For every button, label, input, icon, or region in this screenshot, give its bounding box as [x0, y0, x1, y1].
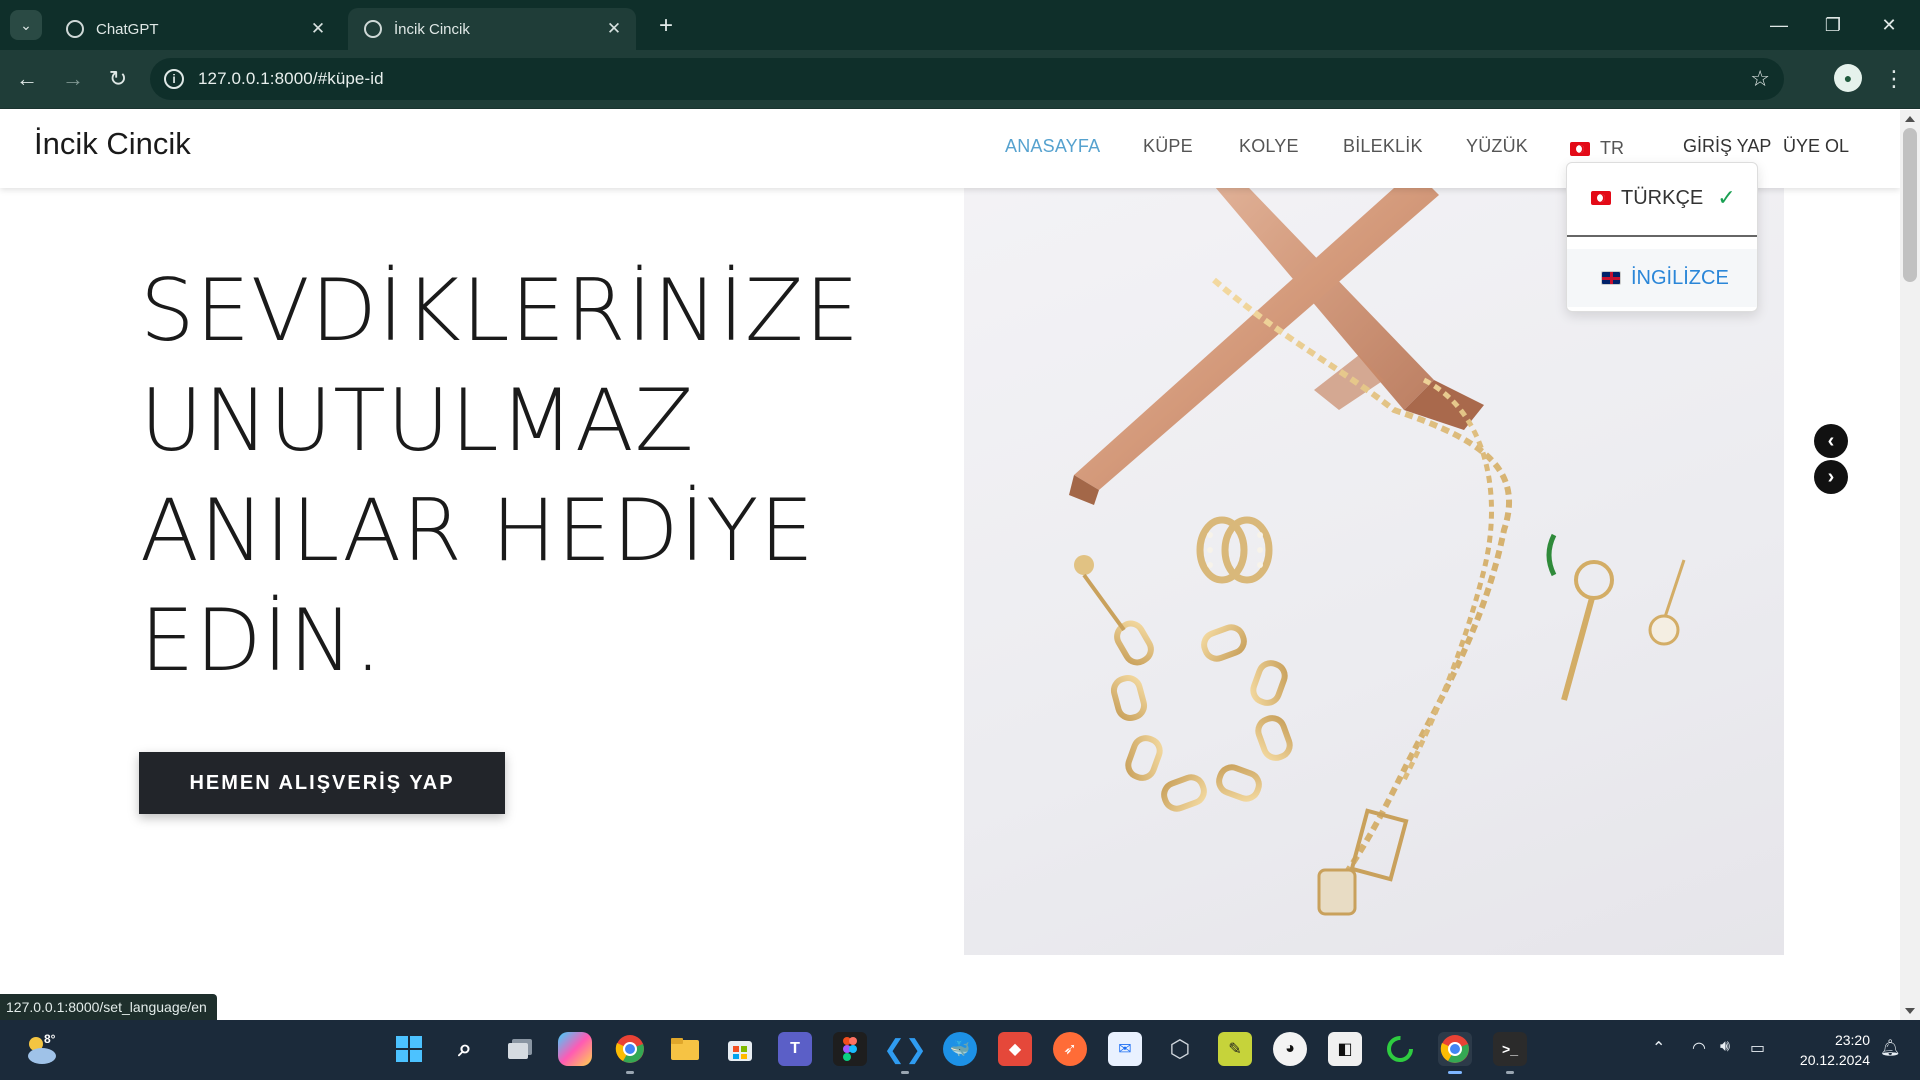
git-client-icon[interactable]: ◆	[998, 1032, 1032, 1066]
language-option-label: İNGİLİZCE	[1631, 266, 1729, 289]
tab-title: İncik Cincik	[394, 20, 470, 38]
mail-app-icon[interactable]: ✉	[1108, 1032, 1142, 1066]
language-toggle[interactable]: TR	[1570, 138, 1624, 159]
chevron-down-icon: ⌄	[20, 16, 32, 33]
dropdown-divider	[1567, 235, 1757, 237]
start-button-windows-icon[interactable]	[392, 1032, 426, 1066]
cursor-ide-icon[interactable]: ◧	[1328, 1032, 1362, 1066]
hero-line: EDİN.	[140, 591, 383, 691]
browser-tab-incik-cincik[interactable]: İncik Cincik ✕	[348, 8, 636, 50]
register-link[interactable]: ÜYE OL	[1783, 136, 1849, 157]
chrome-icon[interactable]	[613, 1032, 647, 1074]
hero-line: UNUTULMAZ	[140, 371, 695, 471]
docker-icon[interactable]: 🐳	[943, 1032, 977, 1066]
notification-bell-icon[interactable]: 🔔︎	[1880, 1038, 1900, 1058]
back-button[interactable]: ←	[12, 64, 42, 94]
chatgpt-favicon-icon	[66, 20, 84, 38]
browser-tab-chatgpt[interactable]: ChatGPT ✕	[50, 8, 340, 50]
chrome-profile-icon[interactable]	[1438, 1032, 1472, 1074]
cloud-moon-icon	[28, 1037, 56, 1064]
minimize-window-button[interactable]: —	[1752, 8, 1806, 42]
language-option-english[interactable]: İNGİLİZCE	[1567, 249, 1757, 307]
github-desktop-icon[interactable]: ◕	[1273, 1032, 1307, 1066]
hero-line: SEVDİKLERİNİZE	[140, 261, 861, 361]
site-info-icon[interactable]: i	[164, 69, 184, 89]
language-option-label: TÜRKÇE	[1621, 186, 1704, 209]
login-link[interactable]: GİRİŞ YAP	[1683, 136, 1771, 157]
page-viewport: İncik Cincik ANASAYFA KÜPE KOLYE BİLEKLİ…	[0, 110, 1900, 1020]
hero-heading: SEVDİKLERİNİZE UNUTULMAZ ANILAR HEDİYE E…	[140, 256, 900, 696]
uk-flag-icon	[1601, 271, 1621, 285]
language-option-turkish[interactable]: TÜRKÇE ✓	[1567, 169, 1757, 227]
profile-avatar[interactable]: ●	[1834, 64, 1862, 92]
language-dropdown: TÜRKÇE ✓ İNGİLİZCE	[1566, 162, 1758, 312]
vscode-icon[interactable]: ❮❯	[883, 1032, 927, 1074]
nav-link-anasayfa[interactable]: ANASAYFA	[1005, 136, 1100, 157]
system-clock[interactable]: 23:20 20.12.2024	[1790, 1030, 1870, 1070]
nav-link-bileklik[interactable]: BİLEKLİK	[1343, 136, 1423, 157]
clock-date: 20.12.2024	[1799, 1052, 1870, 1068]
close-window-button[interactable]: ✕	[1862, 8, 1916, 42]
checkmark-icon: ✓	[1717, 185, 1736, 210]
search-icon[interactable]: ⌕	[448, 1032, 482, 1066]
weather-widget[interactable]: 8°	[22, 1030, 62, 1070]
nav-link-kupe[interactable]: KÜPE	[1143, 136, 1193, 157]
close-icon[interactable]: ✕	[604, 19, 624, 39]
task-view-icon[interactable]	[503, 1032, 537, 1066]
tab-search-button[interactable]: ⌄	[10, 10, 42, 40]
link-status-bubble: 127.0.0.1:8000/set_language/en	[0, 994, 217, 1020]
browser-toolbar: ← → ↻ i 127.0.0.1:8000/#küpe-id ☆ ● ⋮	[0, 50, 1920, 109]
restore-window-button[interactable]: ❐	[1806, 8, 1860, 42]
close-icon[interactable]: ✕	[308, 19, 328, 39]
browser-tab-strip: ⌄ ChatGPT ✕ İncik Cincik ✕ + — ❐ ✕	[0, 0, 1920, 50]
forward-button[interactable]: →	[58, 64, 88, 94]
terminal-icon[interactable]: >_	[1493, 1032, 1527, 1074]
battery-icon[interactable]: ▭	[1750, 1038, 1765, 1058]
volume-icon[interactable]: 🔊︎	[1720, 1038, 1730, 1056]
shop-now-button[interactable]: HEMEN ALIŞVERİŞ YAP	[139, 752, 505, 814]
slider-prev-button[interactable]: ‹	[1814, 424, 1848, 458]
page-scrollbar[interactable]	[1900, 110, 1920, 1020]
nav-link-kolye[interactable]: KOLYE	[1239, 136, 1299, 157]
file-explorer-icon[interactable]	[668, 1032, 702, 1066]
scroll-down-arrow-icon[interactable]	[1905, 1008, 1915, 1014]
scroll-up-arrow-icon[interactable]	[1905, 116, 1915, 122]
new-tab-button[interactable]: +	[652, 12, 680, 40]
turkey-flag-icon	[1591, 191, 1611, 205]
scrollbar-thumb[interactable]	[1903, 128, 1917, 282]
nav-link-yuzuk[interactable]: YÜZÜK	[1466, 136, 1528, 157]
wifi-icon[interactable]: ◠	[1692, 1038, 1706, 1058]
tray-overflow-chevron-icon[interactable]: ⌃	[1652, 1038, 1665, 1058]
address-url[interactable]: 127.0.0.1:8000/#küpe-id	[198, 69, 384, 89]
language-toggle-label: TR	[1600, 138, 1624, 158]
address-bar[interactable]: i 127.0.0.1:8000/#küpe-id ☆	[150, 58, 1784, 100]
postman-icon[interactable]: ➶	[1053, 1032, 1087, 1066]
browser-menu-icon[interactable]: ⋮	[1880, 64, 1908, 94]
windows-taskbar: 8° ⌕ T ❮❯ 🐳 ◆ ➶ ✉ ⬡ ✎ ◕ ◧ >_ ⌃ ◠ 🔊︎ ▭ 23…	[0, 1020, 1920, 1080]
paint-app-icon[interactable]: ✎	[1218, 1032, 1252, 1066]
turkey-flag-icon	[1570, 141, 1590, 156]
copilot-icon[interactable]	[558, 1032, 592, 1066]
tab-title: ChatGPT	[96, 20, 159, 38]
figma-icon[interactable]	[833, 1032, 867, 1066]
bookmark-star-icon[interactable]: ☆	[1750, 66, 1770, 92]
slider-next-button[interactable]: ›	[1814, 460, 1848, 494]
microsoft-store-icon[interactable]	[723, 1032, 757, 1066]
hero-line: ANILAR HEDİYE	[140, 481, 815, 581]
progress-app-icon[interactable]	[1383, 1032, 1417, 1066]
site-brand-logo[interactable]: İncik Cincik	[34, 126, 191, 162]
globe-favicon-icon	[364, 20, 382, 38]
clock-time: 23:20	[1834, 1032, 1870, 1048]
unity-icon[interactable]: ⬡	[1163, 1032, 1197, 1066]
teams-icon[interactable]: T	[778, 1032, 812, 1066]
reload-button[interactable]: ↻	[103, 64, 133, 94]
weather-temperature: 8°	[44, 1032, 56, 1046]
